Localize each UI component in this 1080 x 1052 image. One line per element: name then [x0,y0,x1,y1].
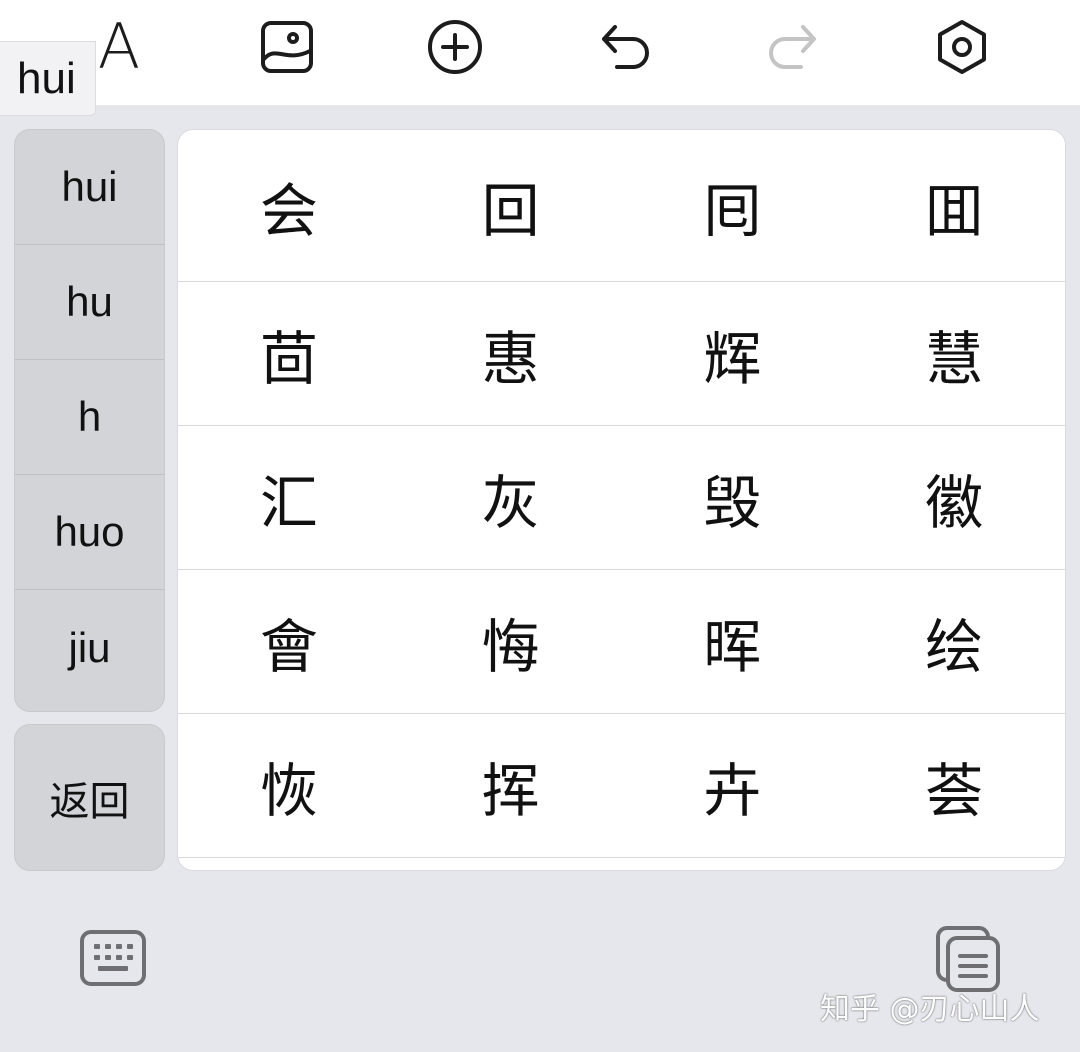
candidate-character[interactable]: 囘 [622,130,844,281]
add-button[interactable] [422,14,488,80]
candidate-row: 会 回 囘 囬 [178,130,1065,282]
toolbar-divider [96,105,1080,108]
candidate-character[interactable]: 茴 [178,282,400,425]
pinyin-option[interactable]: hui [15,130,164,245]
redo-button[interactable] [760,14,826,80]
candidate-row: 茴 惠 辉 慧 [178,282,1065,426]
candidate-character[interactable]: 惠 [400,282,622,425]
pinyin-list: hui hu h huo jiu [14,129,165,712]
toolbar: A [0,0,1080,108]
candidate-character[interactable]: 挥 [400,714,622,857]
settings-icon [938,20,986,74]
candidate-character[interactable]: 晖 [622,570,844,713]
candidate-character[interactable]: 恢 [178,714,400,857]
candidate-character[interactable]: 悔 [400,570,622,713]
candidate-grid: 会 回 囘 囬 茴 惠 辉 慧 汇 灰 毁 徽 會 悔 晖 绘 恢 挥 卉 荟 [177,129,1066,871]
candidate-character[interactable]: 卉 [622,714,844,857]
image-button[interactable] [253,14,319,80]
pinyin-option[interactable]: h [15,360,164,475]
candidate-character[interactable]: 灰 [400,426,622,569]
font-icon: A [97,10,141,83]
settings-button[interactable] [929,14,995,80]
pinyin-option[interactable]: hu [15,245,164,360]
pinyin-option[interactable]: huo [15,475,164,590]
candidate-character[interactable]: 毁 [622,426,844,569]
candidate-row: 恢 挥 卉 荟 [178,714,1065,858]
candidate-character[interactable]: 绘 [843,570,1065,713]
keyboard-button[interactable] [78,928,148,988]
undo-icon [602,25,649,69]
add-icon [428,20,482,74]
candidate-character[interactable]: 荟 [843,714,1065,857]
candidate-character[interactable]: 回 [400,130,622,281]
candidate-row: 會 悔 晖 绘 [178,570,1065,714]
candidate-character[interactable]: 汇 [178,426,400,569]
watermark: 知乎 @刃心山人 [820,992,1040,1027]
undo-button[interactable] [592,14,658,80]
candidate-row: 汇 灰 毁 徽 [178,426,1065,570]
pinyin-option[interactable]: jiu [15,590,164,705]
keyboard-icon [80,930,146,986]
back-button[interactable]: 返回 [14,724,165,871]
candidate-character[interactable]: 辉 [622,282,844,425]
candidate-character[interactable]: 會 [178,570,400,713]
redo-icon [769,25,816,69]
candidate-character[interactable]: 慧 [843,282,1065,425]
candidate-character[interactable]: 囬 [843,130,1065,281]
candidate-character[interactable]: 徽 [843,426,1065,569]
composition-text: hui [0,41,96,116]
image-icon [261,21,313,73]
candidate-character[interactable]: 会 [178,130,400,281]
